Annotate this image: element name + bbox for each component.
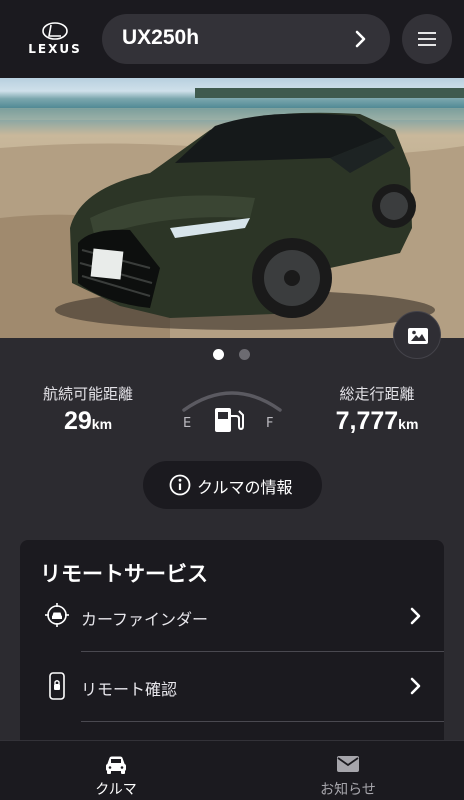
row-divider	[81, 721, 444, 722]
carousel-indicator	[0, 349, 464, 361]
odometer-number: 7,777	[335, 407, 399, 435]
chevron-right-icon	[410, 677, 421, 695]
bottom-tab-bar: クルマ お知らせ	[0, 740, 464, 800]
odometer-value: 7,777km	[302, 407, 452, 436]
image-icon	[408, 328, 428, 344]
remote-check-label: リモート確認	[81, 680, 178, 699]
odometer-unit: km	[398, 416, 419, 432]
hamburger-menu-icon	[418, 32, 436, 46]
car-info-button[interactable]: クルマの情報	[143, 461, 322, 509]
lexus-logo: LEXUS	[18, 22, 92, 58]
brand-wordmark: LEXUS	[28, 42, 82, 56]
carousel-dot-active[interactable]	[213, 349, 224, 360]
range-label: 航続可能距離	[42, 385, 133, 403]
model-selector-button[interactable]: UX250h	[102, 14, 390, 64]
car-info-label: クルマの情報	[197, 478, 293, 497]
remote-check-row[interactable]: リモート確認	[20, 652, 444, 722]
car-finder-icon	[45, 603, 69, 627]
model-name: UX250h	[122, 26, 200, 49]
car-finder-label: カーファインダー	[81, 610, 209, 629]
vehicle-photo[interactable]	[0, 78, 464, 338]
car-finder-row[interactable]: カーファインダー	[20, 582, 444, 652]
fuel-pump-icon	[215, 408, 244, 432]
odometer-label: 総走行距離	[339, 385, 415, 403]
range-value: 29km	[13, 407, 163, 436]
remote-check-icon	[49, 672, 65, 700]
app-header: LEXUS UX250h	[0, 0, 464, 78]
mail-icon	[337, 756, 359, 772]
range-unit: km	[91, 416, 113, 432]
carousel-dot[interactable]	[239, 349, 250, 360]
tab-car-label: クルマ	[95, 782, 137, 798]
car-icon	[106, 756, 126, 774]
fuel-full-label: F	[266, 416, 274, 431]
car-photo-illustration	[0, 88, 464, 338]
fuel-empty-label: E	[183, 416, 192, 431]
lexus-emblem-icon	[42, 22, 68, 40]
tab-notifications-label: お知らせ	[320, 782, 376, 798]
tab-notifications[interactable]: お知らせ	[232, 741, 464, 800]
range-number: 29	[63, 407, 92, 435]
menu-button[interactable]	[402, 14, 452, 64]
tab-car[interactable]: クルマ	[0, 741, 232, 800]
chevron-right-icon	[410, 607, 421, 625]
info-icon	[169, 474, 191, 496]
remote-service-card: リモートサービス カーファインダー リモート確認	[20, 540, 444, 760]
chevron-right-icon	[355, 30, 366, 48]
